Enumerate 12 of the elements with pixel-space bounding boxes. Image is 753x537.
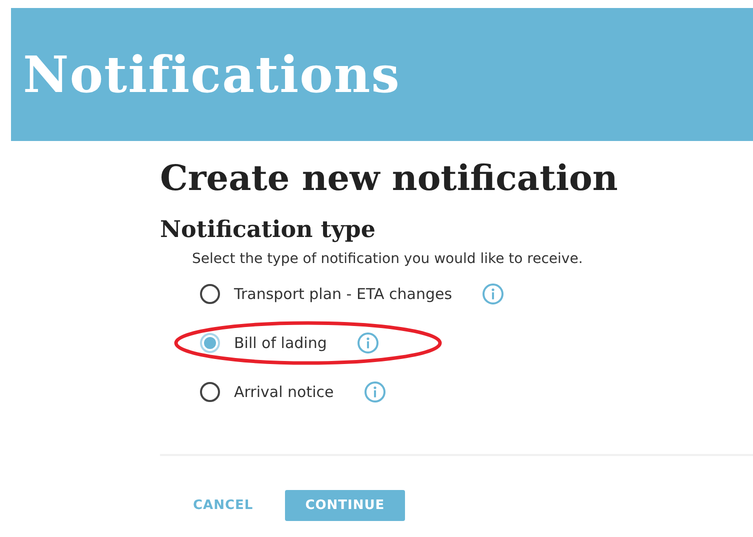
info-icon[interactable] — [356, 332, 379, 354]
section-description: Select the type of notification you would like to receive. — [192, 251, 584, 267]
info-icon[interactable] — [482, 282, 504, 304]
form-heading: Create new notification — [160, 157, 619, 201]
radio-button[interactable] — [200, 382, 220, 402]
info-icon[interactable] — [364, 380, 386, 402]
option-label[interactable]: Bill of lading — [234, 334, 327, 352]
section-title: Notification type — [160, 215, 376, 245]
option-label[interactable]: Arrival notice — [234, 382, 334, 400]
option-label[interactable]: Transport plan - ETA changes — [234, 284, 452, 302]
page-title: Notifications — [23, 45, 400, 104]
radio-button[interactable] — [200, 284, 220, 304]
